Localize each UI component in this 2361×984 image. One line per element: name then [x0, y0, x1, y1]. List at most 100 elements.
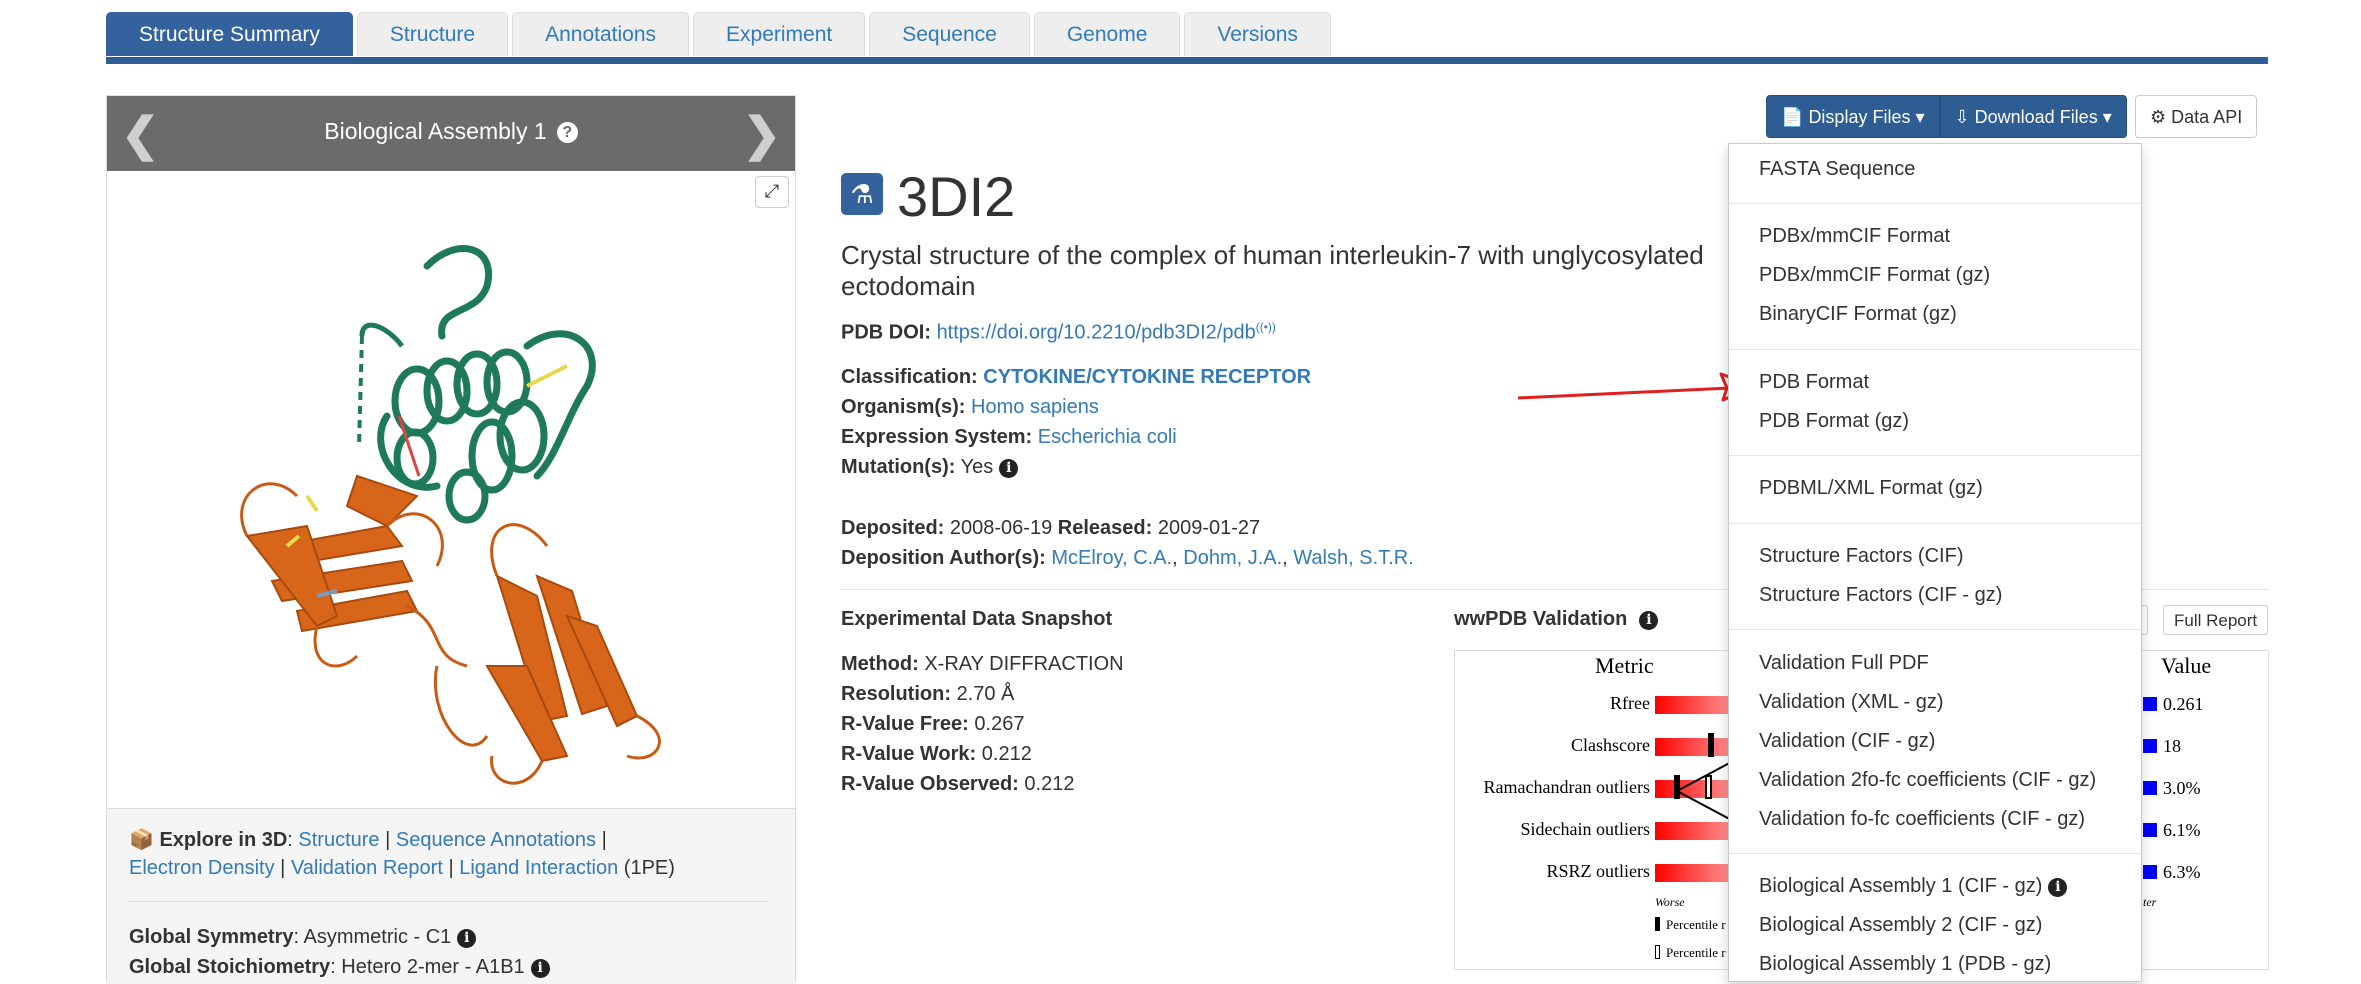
- organism-link[interactable]: Homo sapiens: [971, 396, 1099, 418]
- help-icon[interactable]: ?: [556, 122, 578, 143]
- legend-absolute: Percentile r: [1655, 917, 1726, 933]
- info-icon[interactable]: i: [999, 459, 1019, 478]
- download-files-button[interactable]: ⇩ Download Files ▾: [1939, 95, 2127, 138]
- viewer-title: Biological Assembly 1?: [107, 118, 795, 145]
- menu-item-validation-fofc[interactable]: Validation fo-fc coefficients (CIF - gz): [1759, 808, 2085, 831]
- better-label: ter: [2143, 895, 2157, 909]
- rfree-label: R-Value Free:: [841, 713, 969, 735]
- value-rfree-text: 0.261: [2163, 694, 2204, 714]
- viewer-header: ❮ Biological Assembly 1? ❯: [107, 96, 795, 171]
- explore-label: Explore in 3D: [159, 829, 288, 851]
- global-stoichiometry-label: Global Stoichiometry: [129, 956, 331, 978]
- expression-label: Expression System:: [841, 426, 1033, 448]
- info-icon[interactable]: i: [2048, 878, 2068, 897]
- info-icon[interactable]: i: [1639, 611, 1659, 630]
- tab-annotations[interactable]: Annotations: [512, 12, 690, 56]
- tab-underline: [106, 57, 2268, 64]
- info-icon[interactable]: i: [530, 959, 550, 978]
- global-stoichiometry: Global Stoichiometry: Hetero 2-mer - A1B…: [129, 956, 550, 979]
- mutation-label: Mutation(s):: [841, 456, 956, 478]
- value-header: Value: [2161, 653, 2212, 678]
- tab-sequence[interactable]: Sequence: [869, 12, 1030, 56]
- author-link[interactable]: Walsh, S.T.R.: [1293, 547, 1413, 569]
- menu-item-assembly1-pdb[interactable]: Biological Assembly 1 (PDB - gz): [1759, 953, 2051, 976]
- menu-item-validation-cif[interactable]: Validation (CIF - gz): [1759, 730, 1935, 753]
- organism-label: Organism(s):: [841, 396, 966, 418]
- cube-icon: 📦: [129, 829, 154, 851]
- explore-ligand-interaction-link[interactable]: Ligand Interaction: [459, 857, 618, 879]
- tab-versions[interactable]: Versions: [1184, 12, 1331, 56]
- menu-item-fasta[interactable]: FASTA Sequence: [1759, 158, 1915, 181]
- menu-item-sf-cif-gz[interactable]: Structure Factors (CIF - gz): [1759, 584, 2002, 607]
- menu-divider: [1729, 629, 2141, 630]
- menu-item-pdbml-gz[interactable]: PDBML/XML Format (gz): [1759, 477, 1983, 500]
- menu-item-validation-pdf[interactable]: Validation Full PDF: [1759, 652, 1929, 675]
- info-icon[interactable]: i: [457, 929, 477, 948]
- file-button-group: 📄 Display Files ▾ ⇩ Download Files ▾: [1766, 95, 2127, 138]
- menu-item-assembly2-cif[interactable]: Biological Assembly 2 (CIF - gz): [1759, 914, 2042, 937]
- r-value-observed: R-Value Observed: 0.212: [841, 773, 1074, 796]
- menu-item-sf-cif[interactable]: Structure Factors (CIF): [1759, 545, 1963, 568]
- full-report-button[interactable]: Full Report: [2163, 605, 2269, 635]
- value-sidechain-text: 6.1%: [2163, 820, 2201, 840]
- classification: Classification: CYTOKINE/CYTOKINE RECEPT…: [841, 366, 1311, 389]
- menu-item-validation-2fofc[interactable]: Validation 2fo-fc coefficients (CIF - gz…: [1759, 769, 2096, 792]
- caret-down-icon: ▾: [1915, 107, 1925, 127]
- display-files-button[interactable]: 📄 Display Files ▾: [1766, 95, 1940, 138]
- explore-sequence-annotations-link[interactable]: Sequence Annotations: [396, 829, 596, 851]
- value-marker: [2143, 781, 2157, 795]
- expression-link[interactable]: Escherichia coli: [1038, 426, 1177, 448]
- molecule-image[interactable]: [187, 196, 747, 796]
- explore-validation-report-link[interactable]: Validation Report: [291, 857, 443, 879]
- mutation-value: Yes: [960, 456, 994, 478]
- pdb-id: 3DI2: [897, 165, 1016, 228]
- menu-divider: [1729, 523, 2141, 524]
- download-files-label: Download Files: [1974, 107, 2098, 127]
- mutations: Mutation(s): Yes i: [841, 456, 1019, 479]
- expand-icon[interactable]: ⤢: [755, 176, 789, 208]
- explore-structure-link[interactable]: Structure: [298, 829, 379, 851]
- tab-structure-summary[interactable]: Structure Summary: [106, 12, 353, 56]
- rfree-value: 0.267: [974, 713, 1025, 735]
- rsrz-bar: [1655, 864, 1735, 882]
- value-marker: [2143, 739, 2157, 753]
- tab-experiment[interactable]: Experiment: [693, 12, 866, 56]
- classification-link[interactable]: CYTOKINE/CYTOKINE RECEPTOR: [983, 366, 1311, 388]
- menu-item-pdb-gz[interactable]: PDB Format (gz): [1759, 410, 1909, 433]
- value-rsrz: 6.3%: [2143, 862, 2201, 883]
- menu-item-bcif-gz[interactable]: BinaryCIF Format (gz): [1759, 303, 1957, 326]
- released-label: Released:: [1057, 517, 1153, 539]
- metric-clashscore: Clashscore: [1571, 735, 1650, 755]
- doi-link[interactable]: https://doi.org/10.2210/pdb3DI2/pdb: [937, 322, 1256, 344]
- value-clashscore: 18: [2143, 736, 2181, 757]
- global-symmetry-value: : Asymmetric - C1: [293, 926, 452, 948]
- global-symmetry: Global Symmetry: Asymmetric - C1 i: [129, 926, 477, 949]
- menu-divider: [1729, 455, 2141, 456]
- structure-viewer-panel: ❮ Biological Assembly 1? ❯ ⤢ 📦 Explore i…: [106, 95, 796, 984]
- tab-bar: Structure Summary Structure Annotations …: [106, 12, 1331, 57]
- author-link[interactable]: McElroy, C.A.: [1051, 547, 1172, 569]
- next-assembly-icon[interactable]: ❯: [742, 111, 781, 157]
- deposited-value: 2008-06-19: [949, 517, 1053, 539]
- validation-title-text: wwPDB Validation: [1454, 608, 1628, 630]
- menu-item-pdb[interactable]: PDB Format: [1759, 371, 1869, 394]
- file-icon: 📄: [1781, 107, 1804, 127]
- menu-item-mmcif[interactable]: PDBx/mmCIF Format: [1759, 225, 1950, 248]
- method-label: Method:: [841, 653, 919, 675]
- global-symmetry-label: Global Symmetry: [129, 926, 294, 948]
- menu-item-assembly1-cif[interactable]: Biological Assembly 1 (CIF - gz) i: [1759, 875, 2068, 898]
- value-ramachandran: 3.0%: [2143, 778, 2201, 799]
- expression-system: Expression System: Escherichia coli: [841, 426, 1177, 449]
- tab-structure[interactable]: Structure: [356, 12, 509, 56]
- gear-icon: ⚙: [2150, 107, 2167, 127]
- tab-genome[interactable]: Genome: [1033, 12, 1181, 56]
- value-marker: [2143, 865, 2157, 879]
- author-link[interactable]: Dohm, J.A.: [1183, 547, 1282, 569]
- r-value-work: R-Value Work: 0.212: [841, 743, 1032, 766]
- menu-item-mmcif-gz[interactable]: PDBx/mmCIF Format (gz): [1759, 264, 1990, 287]
- deposited-label: Deposited:: [841, 517, 945, 539]
- menu-item-validation-xml[interactable]: Validation (XML - gz): [1759, 691, 1944, 714]
- data-api-button[interactable]: ⚙ Data API: [2135, 95, 2258, 138]
- explore-electron-density-link[interactable]: Electron Density: [129, 857, 275, 879]
- legend-relative: Percentile r: [1655, 945, 1726, 961]
